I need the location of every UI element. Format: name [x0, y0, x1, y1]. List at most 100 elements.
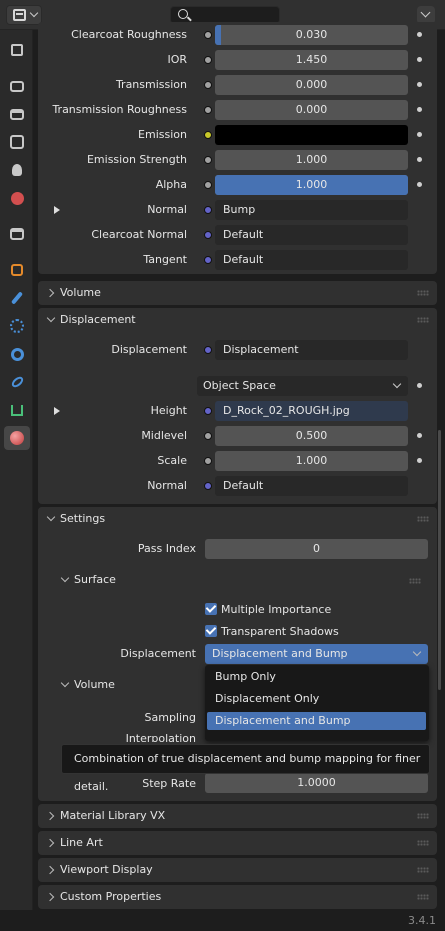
socket-icon[interactable]: [204, 206, 212, 214]
expand-triangle-icon[interactable]: [54, 206, 60, 214]
step-rate-field[interactable]: 1.0000: [205, 773, 428, 793]
emission-color-swatch[interactable]: [215, 125, 408, 145]
scene-icon: [12, 164, 22, 176]
tangent-field[interactable]: Default: [215, 250, 408, 270]
subpanel-header-volume[interactable]: Volume: [52, 675, 202, 697]
prop-row: Height D_Rock_02_ROUGH.jpg: [38, 400, 437, 422]
keyframe-icon[interactable]: [417, 433, 422, 438]
drag-handle-icon[interactable]: [417, 290, 429, 296]
drag-handle-icon[interactable]: [417, 894, 429, 900]
keyframe-icon[interactable]: [417, 157, 422, 162]
alpha-field[interactable]: 1.000: [215, 175, 408, 195]
displacement-method-dropdown[interactable]: Displacement and Bump: [205, 644, 428, 664]
keyframe-icon[interactable]: [417, 82, 422, 87]
keyframe-icon[interactable]: [417, 57, 422, 62]
space-dropdown[interactable]: Object Space: [197, 376, 408, 396]
prop-label: IOR: [167, 53, 187, 66]
tab-modifier[interactable]: [4, 286, 30, 310]
tab-material[interactable]: [4, 426, 30, 450]
drag-handle-icon[interactable]: [417, 840, 429, 846]
normal-link-field[interactable]: Bump: [215, 200, 408, 220]
ior-field[interactable]: 1.450: [215, 50, 408, 70]
midlevel-field[interactable]: 0.500: [215, 426, 408, 446]
tab-tool[interactable]: [4, 38, 30, 62]
panel-header-viewport-display[interactable]: Viewport Display: [38, 858, 437, 882]
socket-icon[interactable]: [204, 156, 212, 164]
tab-constraints[interactable]: [4, 370, 30, 394]
tab-view-layer[interactable]: [4, 130, 30, 154]
tab-data[interactable]: [4, 398, 30, 422]
panel-header-volume[interactable]: Volume: [38, 281, 437, 305]
socket-icon[interactable]: [204, 407, 212, 415]
prop-label: Transmission Roughness: [52, 103, 187, 116]
tab-world[interactable]: [4, 186, 30, 210]
socket-icon[interactable]: [204, 56, 212, 64]
tab-physics[interactable]: [4, 342, 30, 366]
editor-type-button[interactable]: [6, 5, 42, 25]
drag-handle-icon[interactable]: [409, 578, 421, 584]
menu-item-displacement-only[interactable]: Displacement Only: [207, 690, 426, 708]
displacement-normal-field[interactable]: Default: [215, 476, 408, 496]
socket-icon[interactable]: [204, 181, 212, 189]
pass-index-field[interactable]: 0: [205, 539, 428, 559]
socket-icon[interactable]: [204, 131, 212, 139]
keyframe-icon[interactable]: [417, 132, 422, 137]
scale-field[interactable]: 1.000: [215, 451, 408, 471]
menu-item-bump-only[interactable]: Bump Only: [207, 668, 426, 686]
pass-index-label: Pass Index: [137, 542, 196, 555]
height-image-field[interactable]: D_Rock_02_ROUGH.jpg: [215, 401, 408, 421]
keyframe-icon[interactable]: [417, 182, 422, 187]
transmission-field[interactable]: 0.000: [215, 75, 408, 95]
modifier-icon: [10, 291, 24, 305]
tab-render[interactable]: [4, 74, 30, 98]
prop-row: Emission: [38, 124, 437, 146]
drag-handle-icon[interactable]: [417, 516, 429, 522]
prop-label: Normal: [147, 203, 187, 216]
tab-output[interactable]: [4, 102, 30, 126]
drag-handle-icon[interactable]: [417, 867, 429, 873]
socket-icon[interactable]: [204, 31, 212, 39]
panel-header-displacement[interactable]: Displacement: [38, 308, 437, 332]
keyframe-icon[interactable]: [417, 458, 422, 463]
prop-row: Clearcoat Roughness 0.030: [38, 24, 437, 46]
keyframe-icon[interactable]: [417, 107, 422, 112]
menu-item-displacement-and-bump[interactable]: Displacement and Bump: [207, 712, 426, 730]
socket-icon[interactable]: [204, 346, 212, 354]
tab-object[interactable]: [4, 258, 30, 282]
multiple-importance-checkbox[interactable]: [205, 603, 217, 615]
tab-particles[interactable]: [4, 314, 30, 338]
keyframe-icon[interactable]: [417, 383, 422, 388]
socket-icon[interactable]: [204, 231, 212, 239]
interpolation-label: Interpolation: [125, 732, 196, 742]
transmission-roughness-field[interactable]: 0.000: [215, 100, 408, 120]
expand-triangle-icon[interactable]: [54, 407, 60, 415]
emission-strength-field[interactable]: 1.000: [215, 150, 408, 170]
prop-row: Emission Strength 1.000: [38, 149, 437, 171]
drag-handle-icon[interactable]: [417, 813, 429, 819]
subpanel-header-surface[interactable]: Surface: [52, 570, 429, 592]
world-icon: [10, 191, 24, 205]
clearcoat-roughness-field[interactable]: 0.030: [215, 25, 408, 45]
socket-icon[interactable]: [204, 106, 212, 114]
displacement-node-field[interactable]: Displacement: [215, 340, 408, 360]
panel-header-settings[interactable]: Settings: [38, 507, 437, 531]
prop-row: Scale 1.000: [38, 450, 437, 472]
clearcoat-normal-field[interactable]: Default: [215, 225, 408, 245]
panel-header-custom-properties[interactable]: Custom Properties: [38, 885, 437, 909]
tab-collection[interactable]: [4, 222, 30, 246]
keyframe-icon[interactable]: [417, 32, 422, 37]
prop-row: Displacement Displacement: [38, 339, 437, 361]
socket-icon[interactable]: [204, 457, 212, 465]
displacement-method-menu: Bump Only Displacement Only Displacement…: [205, 665, 429, 741]
panel-header-material-library[interactable]: Material Library VX: [38, 804, 437, 828]
prop-row: Transmission Roughness 0.000: [38, 99, 437, 121]
tab-scene[interactable]: [4, 158, 30, 182]
drag-handle-icon[interactable]: [417, 317, 429, 323]
socket-icon[interactable]: [204, 432, 212, 440]
socket-icon[interactable]: [204, 482, 212, 490]
scrollbar[interactable]: [438, 430, 441, 690]
socket-icon[interactable]: [204, 81, 212, 89]
panel-header-line-art[interactable]: Line Art: [38, 831, 437, 855]
transparent-shadows-checkbox[interactable]: [205, 625, 217, 637]
socket-icon[interactable]: [204, 256, 212, 264]
